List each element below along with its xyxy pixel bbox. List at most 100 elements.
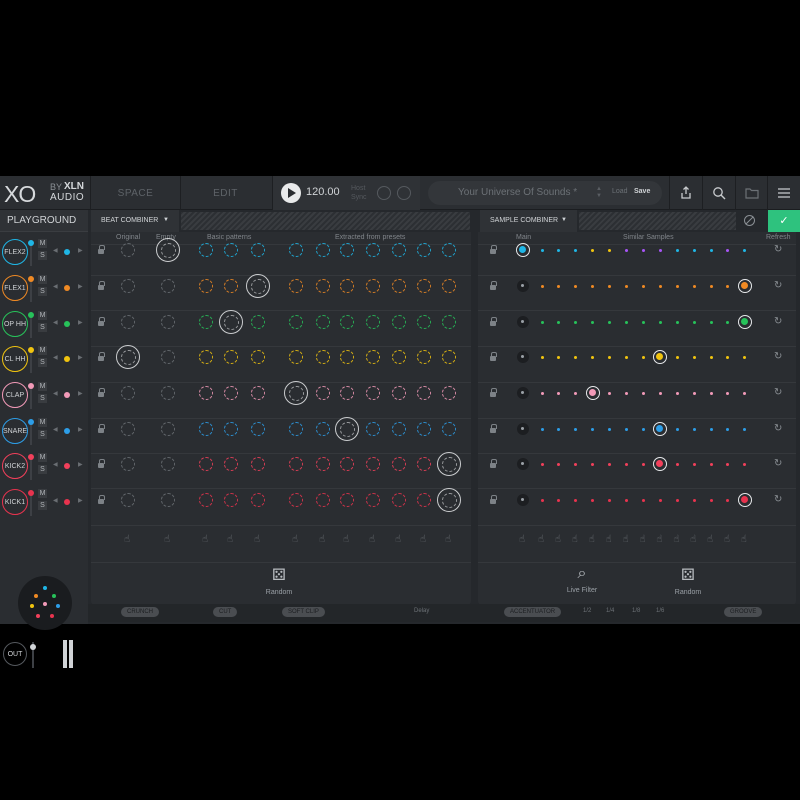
pattern-slot[interactable] [161,493,175,507]
similar-sample[interactable] [692,320,696,324]
hand-pointer-icon[interactable]: ☝ [519,534,525,545]
solo-button[interactable]: S [38,251,47,260]
refresh-icon[interactable]: ↻ [774,351,782,362]
pattern-slot[interactable] [199,386,213,400]
groove-button[interactable]: GROOVE [724,607,763,617]
pattern-slot[interactable] [442,279,456,293]
similar-sample[interactable] [540,498,544,502]
similar-sample[interactable] [726,320,730,324]
mute-button[interactable]: M [38,346,47,355]
similar-sample[interactable] [625,498,628,502]
delay-label[interactable]: Delay [414,608,429,614]
pattern-slot[interactable] [161,422,175,436]
solo-button[interactable]: S [38,430,47,439]
chevron-left-icon[interactable]: ◀ [53,283,58,290]
similar-sample[interactable] [675,284,679,288]
similar-sample[interactable] [726,248,730,252]
load-button[interactable]: Load [612,188,628,195]
similar-sample[interactable] [726,284,730,288]
pattern-slot[interactable] [340,279,354,293]
hand-pointer-icon[interactable]: ☝ [538,534,544,545]
pattern-slot[interactable] [251,457,265,471]
pattern-slot[interactable] [442,422,456,436]
pattern-slot[interactable] [224,350,238,364]
confirm-check-button[interactable]: ✓ [768,210,800,232]
hand-pointer-icon[interactable]: ☝ [623,534,629,545]
pattern-slot[interactable] [417,386,431,400]
pattern-slot[interactable] [289,493,303,507]
division-1-4[interactable]: 1/4 [606,608,614,614]
pattern-slot[interactable] [392,315,406,329]
similar-sample[interactable] [557,462,561,466]
pattern-slot[interactable] [316,243,330,257]
similar-sample[interactable] [557,391,561,395]
similar-sample[interactable] [608,355,612,359]
similar-sample[interactable] [608,320,612,324]
hand-pointer-icon[interactable]: ☝ [254,534,260,545]
track-volume-slider[interactable] [28,419,34,445]
hand-pointer-icon[interactable]: ☝ [639,534,645,545]
pattern-slot[interactable] [251,243,265,257]
refresh-icon[interactable]: ↻ [774,458,782,469]
pattern-slot[interactable] [199,279,213,293]
solo-button[interactable]: S [38,287,47,296]
hand-pointer-icon[interactable]: ☝ [202,534,208,545]
pattern-slot-selected[interactable] [437,488,461,512]
pattern-slot[interactable] [316,279,330,293]
similar-sample[interactable] [709,355,713,359]
pattern-slot[interactable] [340,493,354,507]
pattern-slot[interactable] [392,422,406,436]
chevron-left-icon[interactable]: ◀ [53,319,58,326]
pattern-slot[interactable] [316,457,330,471]
similar-sample[interactable] [709,391,713,395]
soft-clip-button[interactable]: SOFT CLIP [282,607,325,617]
similar-sample[interactable] [692,284,696,288]
beat-combiner-dropdown[interactable]: BEAT COMBINER ▼ [91,210,179,232]
menu-icon[interactable] [767,176,800,210]
pattern-slot[interactable] [121,493,135,507]
similar-sample-selected[interactable] [653,422,668,436]
similar-sample[interactable] [540,427,544,431]
similar-sample[interactable] [574,498,578,502]
similar-sample[interactable] [743,355,747,359]
lock-icon[interactable] [98,424,105,434]
pattern-slot[interactable] [340,350,354,364]
similar-sample[interactable] [641,284,645,288]
similar-sample[interactable] [625,320,628,324]
pattern-slot[interactable] [224,243,238,257]
volume-knob[interactable] [28,312,34,318]
pattern-slot[interactable] [199,457,213,471]
pattern-slot-selected[interactable] [219,310,243,334]
similar-sample[interactable] [692,391,696,395]
pattern-slot[interactable] [417,422,431,436]
metronome-icon[interactable] [377,186,391,200]
pattern-slot[interactable] [340,315,354,329]
hand-pointer-icon[interactable]: ☝ [555,534,561,545]
save-button[interactable]: Save [634,188,650,195]
mute-button[interactable]: M [38,239,47,248]
refresh-icon[interactable]: ↻ [774,494,782,505]
pattern-slot[interactable] [442,315,456,329]
refresh-icon[interactable]: ↻ [774,423,782,434]
similar-sample[interactable] [726,462,730,466]
solo-button[interactable]: S [38,323,47,332]
volume-knob[interactable] [30,644,36,650]
similar-sample[interactable] [692,462,696,466]
pattern-slot[interactable] [417,243,431,257]
pattern-slot[interactable] [316,315,330,329]
similar-sample[interactable] [658,248,662,252]
hand-pointer-icon[interactable]: ☝ [164,534,170,545]
track-volume-slider[interactable] [28,276,34,302]
refresh-icon[interactable]: ↻ [774,316,782,327]
pattern-slot[interactable] [392,243,406,257]
similar-sample-selected[interactable] [737,279,752,293]
random-button[interactable]: ⚄ Random [668,565,708,596]
chevron-left-icon[interactable]: ◀ [53,426,58,433]
solo-button[interactable]: S [38,465,47,474]
similar-sample[interactable] [557,320,561,324]
pattern-slot[interactable] [121,457,135,471]
similar-sample[interactable] [540,248,544,252]
lock-icon[interactable] [98,281,105,291]
tab-space[interactable]: SPACE [90,176,180,210]
similar-sample[interactable] [591,320,595,324]
